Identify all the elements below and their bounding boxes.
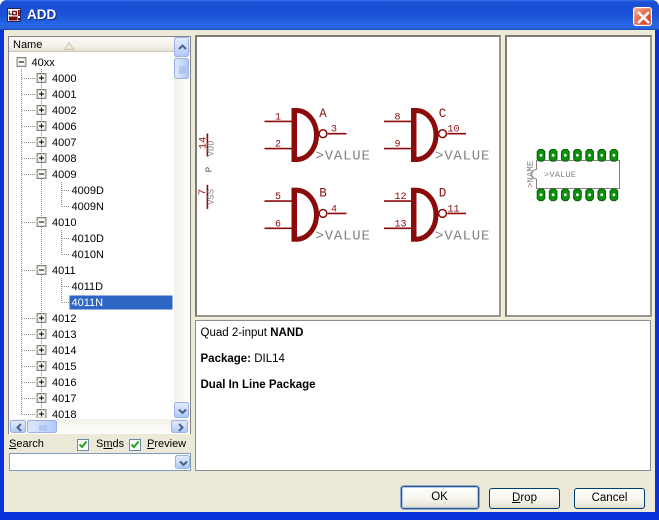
svg-text:4001: 4001 (52, 89, 76, 101)
svg-text:2: 2 (275, 140, 281, 151)
svg-text:A: A (319, 107, 327, 121)
svg-text:4011D: 4011D (72, 281, 104, 293)
svg-text:D: D (439, 187, 447, 201)
svg-text:4015: 4015 (52, 361, 76, 373)
svg-text:12: 12 (395, 192, 407, 203)
svg-text:10: 10 (447, 125, 459, 136)
svg-text:>VALUE: >VALUE (435, 149, 490, 165)
svg-text:>VALUE: >VALUE (435, 228, 490, 244)
svg-text:>VALUE: >VALUE (544, 170, 576, 180)
svg-text:4016: 4016 (52, 377, 76, 389)
svg-text:4010D: 4010D (72, 233, 104, 245)
svg-text:4000: 4000 (52, 73, 76, 85)
svg-text:B: B (319, 187, 327, 201)
svg-text:4011: 4011 (52, 265, 76, 277)
svg-text:40xx: 40xx (32, 57, 56, 69)
svg-text:>VALUE: >VALUE (316, 149, 371, 165)
svg-text:4017: 4017 (52, 393, 76, 405)
svg-text:5: 5 (275, 192, 281, 203)
svg-text:4018: 4018 (52, 409, 76, 418)
svg-text:4009N: 4009N (72, 201, 104, 213)
svg-text:4013: 4013 (52, 329, 76, 341)
svg-text:VDD: VDD (207, 141, 217, 157)
svg-text:9: 9 (395, 140, 401, 151)
svg-text:4008: 4008 (52, 153, 76, 165)
svg-text:4014: 4014 (52, 345, 76, 357)
svg-text:8: 8 (395, 113, 401, 124)
svg-text:C: C (439, 107, 447, 121)
svg-text:4011N: 4011N (72, 297, 104, 309)
svg-text:4006: 4006 (52, 121, 76, 133)
svg-text:4012: 4012 (52, 313, 76, 325)
svg-text:4007: 4007 (52, 137, 76, 149)
svg-text:4010N: 4010N (72, 249, 104, 261)
svg-text:11: 11 (447, 204, 459, 215)
svg-text:1: 1 (275, 113, 281, 124)
svg-text:VSS: VSS (207, 189, 217, 205)
svg-text:>NAME: >NAME (525, 161, 535, 188)
svg-text:4009D: 4009D (72, 185, 104, 197)
svg-text:4002: 4002 (52, 105, 76, 117)
svg-text:6: 6 (275, 219, 281, 230)
svg-text:4: 4 (331, 204, 337, 215)
svg-text:P: P (204, 166, 215, 172)
svg-text:3: 3 (331, 125, 337, 136)
svg-text:13: 13 (395, 219, 407, 230)
svg-text:4009: 4009 (52, 169, 76, 181)
svg-text:>VALUE: >VALUE (316, 228, 371, 244)
svg-text:4010: 4010 (52, 217, 76, 229)
